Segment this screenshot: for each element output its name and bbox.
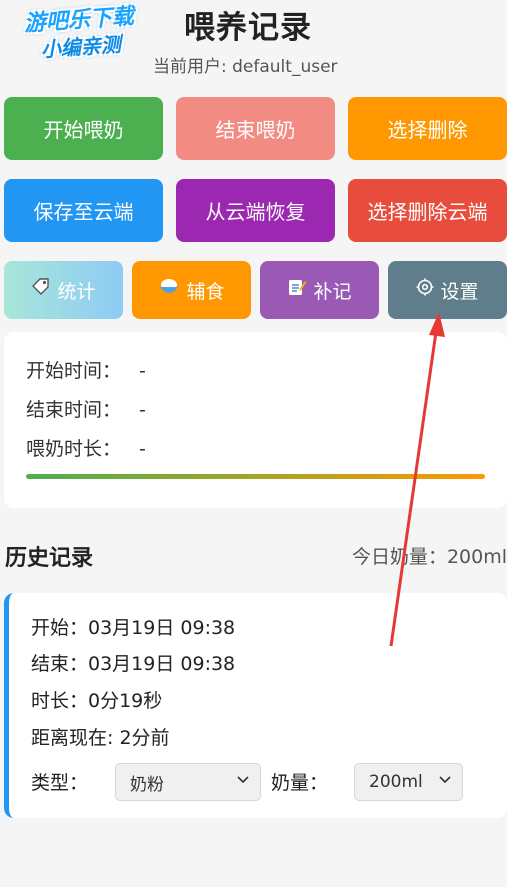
stats-button[interactable]: 统计 xyxy=(4,261,123,319)
tag-icon xyxy=(31,277,51,303)
record-start: 开始：03月19日 09:38 xyxy=(31,617,236,639)
record-amount-label: 奶量： xyxy=(271,772,329,794)
select-delete-cloud-button[interactable]: 选择删除云端 xyxy=(348,179,507,242)
settings-label: 设置 xyxy=(440,281,479,303)
record-time-ago: 距离现在: 2分前 xyxy=(31,727,170,749)
chevron-down-icon xyxy=(439,776,451,784)
today-milk-amount: 今日奶量：200ml xyxy=(351,546,507,568)
add-record-button[interactable]: 补记 xyxy=(260,261,379,319)
record-duration: 时长：0分19秒 xyxy=(31,690,163,712)
history-title: 历史记录 xyxy=(5,546,94,571)
record-amount-select[interactable]: 200ml xyxy=(354,763,463,801)
history-record-card[interactable]: 开始：03月19日 09:38 结束：03月19日 09:38 时长：0分19秒… xyxy=(4,593,507,818)
duration-label: 喂奶时长： xyxy=(26,438,122,460)
end-time-value: - xyxy=(139,399,146,421)
settings-button[interactable]: 设置 xyxy=(388,261,507,319)
memo-icon xyxy=(287,277,307,303)
duration-row: 喂奶时长： - xyxy=(26,434,146,461)
select-delete-button[interactable]: 选择删除 xyxy=(348,97,507,160)
current-user-label: 当前用户: default_user xyxy=(153,57,338,77)
record-type-value: 奶粉 xyxy=(130,774,164,795)
duration-value: - xyxy=(139,438,146,460)
page-title: 喂养记录 xyxy=(184,10,312,46)
start-time-row: 开始时间： - xyxy=(26,356,146,383)
record-end: 结束：03月19日 09:38 xyxy=(31,653,236,675)
record-type-select[interactable]: 奶粉 xyxy=(115,763,261,801)
end-feeding-button[interactable]: 结束喂奶 xyxy=(176,97,335,160)
start-time-value: - xyxy=(139,360,146,382)
solid-food-button[interactable]: 辅食 xyxy=(132,261,251,319)
stats-label: 统计 xyxy=(57,281,96,303)
end-time-row: 结束时间： - xyxy=(26,395,146,422)
feeding-progress-bar xyxy=(26,474,485,479)
rice-bowl-icon xyxy=(158,277,180,303)
record-type-label: 类型： xyxy=(31,772,89,794)
chevron-down-icon xyxy=(237,776,249,784)
end-time-label: 结束时间： xyxy=(26,399,122,421)
feeding-record-page: 游吧乐下载 小编亲测 喂养记录 当前用户: default_user 开始喂奶 … xyxy=(0,0,507,887)
add-record-label: 补记 xyxy=(313,281,352,303)
solid-food-label: 辅食 xyxy=(186,281,225,303)
restore-from-cloud-button[interactable]: 从云端恢复 xyxy=(176,179,335,242)
record-amount-value: 200ml xyxy=(369,772,423,792)
current-feeding-card: 开始时间： - 结束时间： - 喂奶时长： - xyxy=(4,332,507,508)
start-time-label: 开始时间： xyxy=(26,360,122,382)
start-feeding-button[interactable]: 开始喂奶 xyxy=(4,97,163,160)
gear-icon xyxy=(416,278,434,302)
watermark-logo: 游吧乐下载 小编亲测 xyxy=(12,3,148,68)
save-to-cloud-button[interactable]: 保存至云端 xyxy=(4,179,163,242)
